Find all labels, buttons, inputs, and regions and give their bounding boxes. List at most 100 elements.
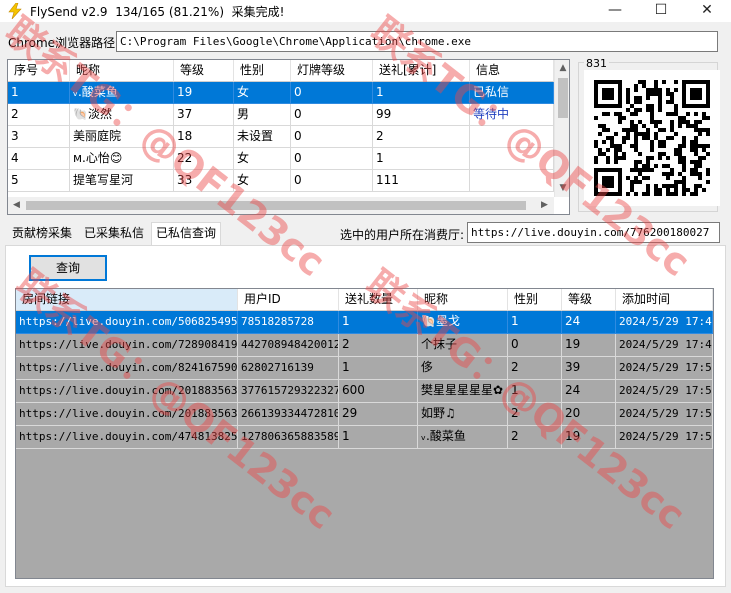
close-button[interactable]: ✕ (684, 0, 730, 22)
cell-index: 5 (8, 170, 70, 192)
query-button[interactable]: 查询 (29, 255, 107, 281)
cell-gender: 2 (508, 357, 562, 380)
cell-level: 22 (174, 148, 234, 170)
col-header-gender[interactable]: 性别 (508, 289, 562, 311)
tab-collected-messages[interactable]: 已采集私信 (80, 223, 149, 245)
cell-room-link: https://live.douyin.com/506825495206 (16, 311, 238, 334)
col-header-room-link[interactable]: 房间链接 (16, 289, 238, 311)
cell-user-id: 62802716139 (238, 357, 339, 380)
progress-percent: (81.21%) (168, 5, 225, 19)
cell-room-link: https://live.douyin.com/824167590317 (16, 357, 238, 380)
cell-badge-level: 0 (291, 148, 373, 170)
cell-info: 已私信 (470, 82, 554, 104)
col-header-gift-count[interactable]: 送礼数量 (339, 289, 418, 311)
users-table-horizontal-scrollbar[interactable]: ◀ ▶ (8, 197, 554, 214)
cell-info (470, 148, 554, 170)
chrome-path-input[interactable]: C:\Program Files\Google\Chrome\Applicati… (116, 31, 718, 52)
cell-nickname: 🐚墨戈 (418, 311, 508, 334)
col-header-nickname[interactable]: 昵称 (70, 60, 174, 82)
cell-added-time: 2024/5/29 17:53 (616, 380, 713, 403)
cell-gender: 1 (508, 380, 562, 403)
scroll-up-icon[interactable]: ▲ (555, 60, 569, 77)
scroll-right-icon[interactable]: ▶ (536, 197, 553, 214)
cell-nickname: 侈 (418, 357, 508, 380)
cell-added-time: 2024/5/29 17:58 (616, 426, 713, 449)
cell-index: 4 (8, 148, 70, 170)
minimize-button[interactable]: — (592, 0, 638, 22)
table-row[interactable]: 4 ᴍ.心怡😊 22 女 0 1 (8, 148, 554, 170)
table-row[interactable]: https://live.douyin.com/506825495206 7851… (16, 311, 713, 334)
col-header-gift-total[interactable]: 送礼[累计] (373, 60, 470, 82)
table-row[interactable]: https://live.douyin.com/201883563550 2661… (16, 403, 713, 426)
users-table-vertical-scrollbar[interactable]: ▲ ▼ (554, 60, 569, 197)
col-header-nickname[interactable]: 昵称 (418, 289, 508, 311)
table-row[interactable]: https://live.douyin.com/201883563550 3776… (16, 380, 713, 403)
cell-index: 1 (8, 82, 70, 104)
scroll-down-icon[interactable]: ▼ (555, 180, 569, 197)
maximize-button[interactable]: ☐ (638, 0, 684, 22)
table-row[interactable]: 2 🐚淡然 37 男 0 99 等待中 (8, 104, 554, 126)
cell-gender: 未设置 (234, 126, 291, 148)
qr-group-label: 831 (584, 57, 609, 70)
cell-info: 等待中 (470, 104, 554, 126)
users-table[interactable]: 序号 昵称 等级 性别 灯牌等级 送礼[累计] 信息 1 ᵥ.酸菜鱼 19 女 … (7, 59, 570, 215)
cell-level: 19 (562, 426, 616, 449)
table-row[interactable]: 5 提笔写星河 33 女 0 111 (8, 170, 554, 192)
cell-user-id: 1278063658835898 (238, 426, 339, 449)
cell-room-link: https://live.douyin.com/201883563550 (16, 403, 238, 426)
cell-gift-count: 1 (339, 426, 418, 449)
cell-gift-count: 1 (339, 357, 418, 380)
cell-added-time: 2024/5/29 17:51 (616, 357, 713, 380)
cell-room-link: https://live.douyin.com/474813825371 (16, 426, 238, 449)
scroll-thumb[interactable] (558, 78, 568, 118)
col-header-index[interactable]: 序号 (8, 60, 70, 82)
cell-gender: 2 (508, 426, 562, 449)
scroll-left-icon[interactable]: ◀ (8, 197, 25, 214)
cell-gift-count: 1 (339, 311, 418, 334)
cell-gift-count: 600 (339, 380, 418, 403)
cell-nickname: 个抹子 (418, 334, 508, 357)
cell-gender: 女 (234, 82, 291, 104)
cell-nickname: 🐚淡然 (70, 104, 174, 126)
col-header-level[interactable]: 等级 (174, 60, 234, 82)
cell-gender: 1 (508, 311, 562, 334)
cell-nickname: ᴍ.心怡😊 (70, 148, 174, 170)
col-header-user-id[interactable]: 用户ID (238, 289, 339, 311)
cell-gender: 女 (234, 148, 291, 170)
cell-level: 24 (562, 380, 616, 403)
cell-gender: 男 (234, 104, 291, 126)
status-text: 采集完成! (231, 5, 285, 19)
cell-gift-total: 2 (373, 126, 470, 148)
cell-user-id: 78518285728 (238, 311, 339, 334)
cell-badge-level: 0 (291, 126, 373, 148)
cell-gender: 女 (234, 170, 291, 192)
table-row[interactable]: https://live.douyin.com/474813825371 1278… (16, 426, 713, 449)
cell-level: 19 (562, 334, 616, 357)
col-header-level[interactable]: 等级 (562, 289, 616, 311)
col-header-gender[interactable]: 性别 (234, 60, 291, 82)
cell-level: 39 (562, 357, 616, 380)
cell-gift-count: 29 (339, 403, 418, 426)
table-row[interactable]: https://live.douyin.com/72890841989 44270… (16, 334, 713, 357)
records-table[interactable]: 房间链接 用户ID 送礼数量 昵称 性别 等级 添加时间 https://liv… (15, 288, 714, 579)
cell-room-link: https://live.douyin.com/72890841989 (16, 334, 238, 357)
cell-badge-level: 0 (291, 104, 373, 126)
cell-badge-level: 0 (291, 82, 373, 104)
cell-gift-count: 2 (339, 334, 418, 357)
room-url-input[interactable]: https://live.douyin.com/776200180027 (467, 222, 720, 243)
tab-messaged-query[interactable]: 已私信查询 (151, 222, 222, 246)
col-header-info[interactable]: 信息 (470, 60, 554, 82)
cell-user-id: 4427089484200122 (238, 334, 339, 357)
table-row[interactable]: 3 美丽庭院 18 未设置 0 2 (8, 126, 554, 148)
cell-gender: 0 (508, 334, 562, 357)
chrome-path-label: Chrome浏览器路径: (8, 36, 120, 50)
col-header-badge-level[interactable]: 灯牌等级 (291, 60, 373, 82)
table-row[interactable]: 1 ᵥ.酸菜鱼 19 女 0 1 已私信 (8, 82, 554, 104)
col-header-added-time[interactable]: 添加时间 (616, 289, 713, 311)
records-table-header: 房间链接 用户ID 送礼数量 昵称 性别 等级 添加时间 (16, 289, 713, 311)
scroll-thumb[interactable] (26, 201, 526, 210)
cell-level: 19 (174, 82, 234, 104)
tab-contribution-collect[interactable]: 贡献榜采集 (8, 223, 77, 245)
table-row[interactable]: https://live.douyin.com/824167590317 6280… (16, 357, 713, 380)
cell-room-link: https://live.douyin.com/201883563550 (16, 380, 238, 403)
